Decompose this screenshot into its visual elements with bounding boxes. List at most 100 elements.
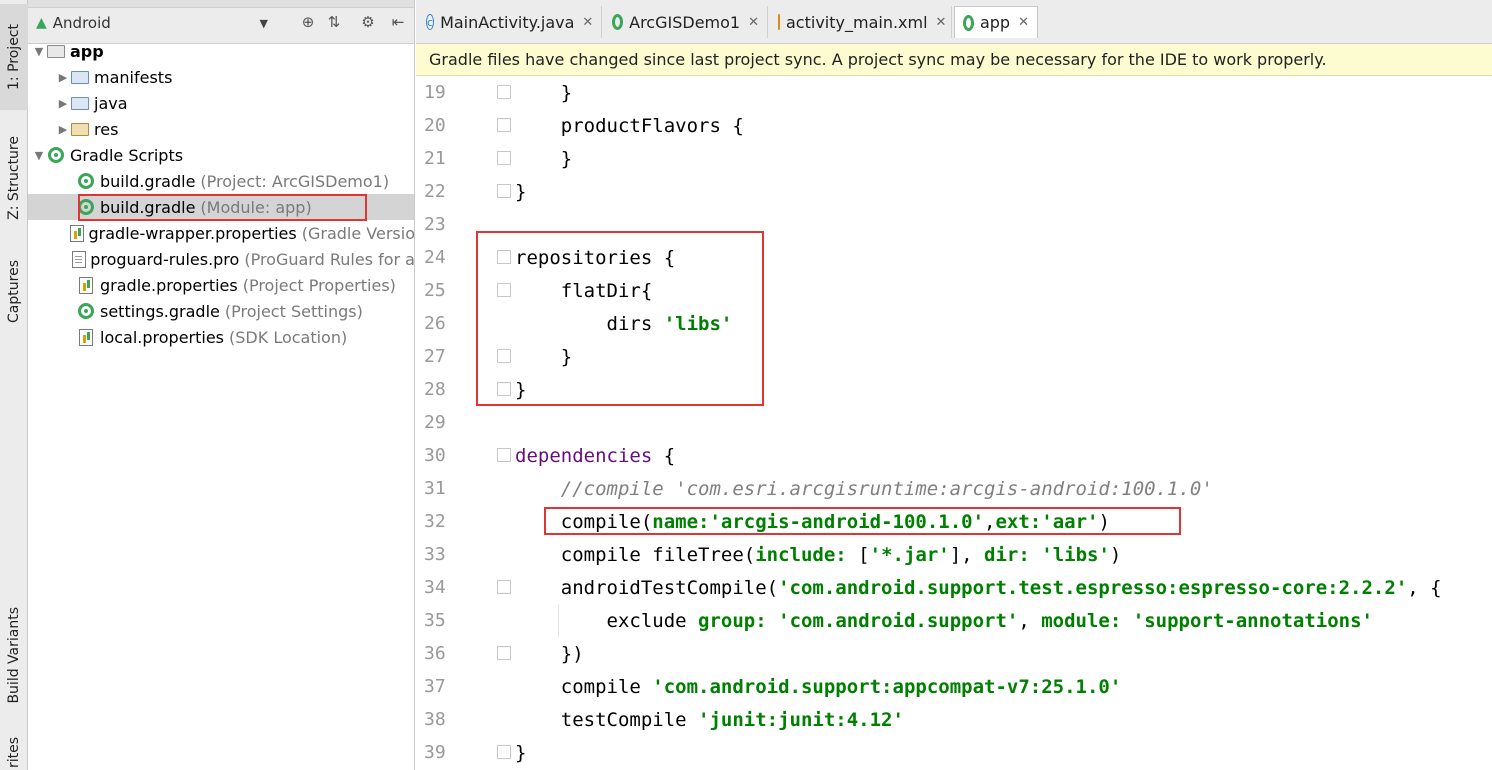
code-line: 29 <box>416 406 1492 439</box>
fold-marker-icon[interactable] <box>497 151 511 165</box>
code-token: androidTestCompile( <box>515 576 779 599</box>
code-line: 19 } <box>416 76 1492 109</box>
tree-item-label: java <box>94 93 128 113</box>
tree-item[interactable]: gradle-wrapper.properties (Gradle Versio <box>28 220 414 246</box>
line-number: 22 <box>424 181 446 202</box>
xml-icon <box>778 14 780 30</box>
fold-marker-icon[interactable] <box>497 184 511 198</box>
collapse-all-icon[interactable]: ⇅ <box>324 12 344 32</box>
tree-item[interactable]: local.properties (SDK Location) <box>28 324 414 350</box>
code-text: //compile 'com.esri.arcgisruntime:arcgis… <box>515 478 1213 500</box>
code-token: testCompile <box>515 708 699 731</box>
tree-item[interactable]: ▶ java <box>28 90 414 116</box>
close-icon[interactable]: ✕ <box>936 15 947 30</box>
code-token: 'com.android.support:appcompat-v7:25.1.0… <box>652 675 1122 698</box>
fold-marker-icon[interactable] <box>497 118 511 132</box>
tab-project[interactable]: 1: Project <box>0 4 28 110</box>
fold-marker-icon[interactable] <box>497 448 511 462</box>
code-text: testCompile 'junit:junit:4.12' <box>515 709 904 731</box>
editor-tab-label: activity_main.xml <box>786 12 928 32</box>
line-number: 25 <box>424 280 446 301</box>
gradle-icon <box>963 14 974 31</box>
expand-arrow-icon[interactable]: ▼ <box>32 149 46 162</box>
code-token: compile <box>515 675 653 698</box>
line-number: 35 <box>424 610 446 631</box>
gradle-icon <box>46 146 66 164</box>
gear-icon[interactable]: ⚙ <box>358 12 378 32</box>
tree-item[interactable]: settings.gradle (Project Settings) <box>28 298 414 324</box>
tab-build-variants-label: Build Variants <box>6 606 22 704</box>
code-editor[interactable]: 19 } 20 productFlavors {21 } 22} 23 24 reposi… <box>416 76 1492 770</box>
code-token: 'com.android.support' <box>778 609 1019 632</box>
tab-favorites[interactable]: rites <box>0 736 28 770</box>
tab-captures[interactable]: Captures <box>0 248 28 334</box>
tree-item-label: app <box>70 41 104 61</box>
fold-marker-icon[interactable] <box>497 745 511 759</box>
tree-item-label: res <box>94 119 119 139</box>
expand-arrow-icon[interactable]: ▶ <box>56 71 70 84</box>
tab-build-variants[interactable]: Build Variants <box>0 596 28 714</box>
project-view-selector[interactable]: ▲ Android ▼ <box>36 12 268 34</box>
scroll-from-source-icon[interactable]: ⊕ <box>298 12 318 32</box>
code-line: 20 productFlavors { <box>416 109 1492 142</box>
editor-tab[interactable]: ArcGISDemo1 ✕ <box>604 6 768 38</box>
tree-item[interactable]: proguard-rules.pro (ProGuard Rules for a <box>28 246 415 272</box>
highlight-box <box>476 231 764 406</box>
line-number: 27 <box>424 346 446 367</box>
editor-tabs: c MainActivity.java ✕ ArcGISDemo1 ✕ activity_… <box>416 0 1492 44</box>
line-number: 19 <box>424 82 446 103</box>
tree-item-label: Gradle Scripts <box>70 145 184 165</box>
line-number: 37 <box>424 676 446 697</box>
code-text: exclude group: 'com.android.support', mo… <box>515 610 1373 632</box>
code-line: 34 androidTestCompile('com.android.suppo… <box>416 571 1492 604</box>
expand-arrow-icon[interactable]: ▶ <box>56 123 70 136</box>
editor-tab[interactable]: c MainActivity.java ✕ <box>418 6 602 38</box>
code-token: }) <box>515 642 584 665</box>
sync-notification-bar: Gradle files have changed since last pro… <box>416 44 1492 76</box>
close-icon[interactable]: ✕ <box>1018 15 1029 30</box>
tree-item[interactable]: ▶ res <box>28 116 414 142</box>
hide-panel-icon[interactable]: ⇤ <box>388 12 408 32</box>
tree-item-hint: (ProGuard Rules for a <box>244 249 415 269</box>
tree-item-hint: (Project Settings) <box>224 301 363 321</box>
close-icon[interactable]: ✕ <box>748 15 759 30</box>
expand-arrow-icon[interactable]: ▶ <box>56 97 70 110</box>
fold-marker-icon[interactable] <box>497 646 511 660</box>
res-folder-icon <box>70 120 90 138</box>
code-token: } <box>515 741 527 764</box>
expand-arrow-icon[interactable]: ▼ <box>32 45 46 58</box>
code-token: 'libs' <box>1041 543 1110 566</box>
fold-marker-icon[interactable] <box>497 580 511 594</box>
class-icon: c <box>426 14 435 30</box>
code-text: } <box>515 148 572 170</box>
folder-icon <box>70 68 90 86</box>
tree-item[interactable]: build.gradle (Project: ArcGISDemo1) <box>28 168 414 194</box>
tab-structure[interactable]: Z: Structure <box>0 126 28 230</box>
tree-item-label: settings.gradle <box>100 301 220 321</box>
editor-tab[interactable]: app ✕ <box>954 6 1038 38</box>
code-token: '*.jar' <box>869 543 950 566</box>
editor-tab[interactable]: activity_main.xml ✕ <box>770 6 952 38</box>
line-number: 30 <box>424 445 446 466</box>
tree-item[interactable]: ▼ Gradle Scripts <box>28 142 414 168</box>
tree-item[interactable]: gradle.properties (Project Properties) <box>28 272 414 298</box>
code-text: productFlavors { <box>515 115 744 137</box>
tree-item-label: gradle.properties <box>100 275 238 295</box>
line-number: 29 <box>424 412 446 433</box>
tab-captures-label: Captures <box>6 259 22 323</box>
tab-structure-label: Z: Structure <box>6 136 22 220</box>
line-number: 38 <box>424 709 446 730</box>
code-token: //compile 'com.esri.arcgisruntime:arcgis… <box>515 477 1213 500</box>
tree-item-label: build.gradle <box>100 171 196 191</box>
fold-marker-icon[interactable] <box>497 85 511 99</box>
tree-item[interactable]: ▶ manifests <box>28 64 414 90</box>
close-icon[interactable]: ✕ <box>582 15 593 30</box>
code-line: 21 } <box>416 142 1492 175</box>
tree-item-label: proguard-rules.pro <box>90 249 240 269</box>
code-line: 39} <box>416 736 1492 769</box>
code-text: } <box>515 82 572 104</box>
code-line: 37 compile 'com.android.support:appcompa… <box>416 670 1492 703</box>
tree-item[interactable]: ▼ app <box>28 38 414 64</box>
